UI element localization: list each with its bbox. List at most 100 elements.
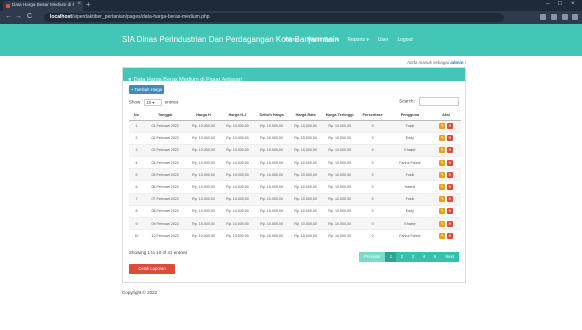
cell-harga-h1: Rp. 10.000,00 — [220, 204, 255, 218]
cell-harga-h: Rp. 10.000,00 — [186, 192, 221, 206]
cell-pengguna: Fozik — [388, 119, 432, 133]
cell-harga-h: Rp. 10.000,00 — [186, 168, 221, 181]
cell-tertinggi: Rp. 10.000,00 — [322, 119, 357, 133]
delete-icon[interactable]: ✕ — [446, 184, 453, 191]
nav-links: Home Master Data ▾ Reports ▾ User Logout — [285, 37, 413, 43]
col-harga-h1[interactable]: Harga H-1 — [220, 110, 255, 121]
cell-selisih: Rp. 10.000,00 — [254, 180, 289, 194]
cell-harga-h: Rp. 10.000,00 — [186, 204, 221, 218]
delete-icon[interactable]: ✕ — [446, 159, 453, 166]
table-row: 4 04 Februari 2022 Rp. 10.000,00 Rp. 10.000… — [129, 156, 461, 169]
delete-icon[interactable]: ✕ — [446, 233, 453, 240]
url-input[interactable]: localhost/siperdaktiber_pertanian/pages/… — [44, 13, 504, 22]
edit-icon[interactable]: ✎ — [439, 220, 446, 227]
table-row: 3 03 Februari 2022 Rp. 10.000,00 Rp. 10.000… — [129, 143, 461, 157]
close-window-icon[interactable]: × — [571, 0, 575, 7]
cell-selisih: Rp. 10.000,00 — [254, 131, 289, 145]
nav-reports[interactable]: Reports ▾ — [347, 37, 368, 43]
nav-home[interactable]: Home — [285, 37, 298, 43]
panel-title: Data Harga Beras Medium di Pasar Antasar… — [133, 77, 242, 83]
table-row: 5 05 Februari 2022 Rp. 10.000,00 Rp. 10.000… — [129, 168, 461, 181]
delete-icon[interactable]: ✕ — [446, 171, 453, 178]
browser-tab-strip: Data Harga Besar Medium di Pasar - Antas… — [0, 0, 582, 11]
tab-close-icon[interactable]: × — [77, 1, 81, 7]
col-persentase[interactable]: Persentase — [356, 110, 389, 121]
edit-icon[interactable]: ✎ — [439, 184, 446, 191]
pagination-page[interactable]: 5 — [429, 252, 441, 262]
back-icon[interactable]: ← — [5, 13, 12, 20]
entries-select[interactable]: 10 ▾ — [143, 99, 162, 106]
pagination-page[interactable]: 3 — [407, 252, 419, 262]
nav-user[interactable]: User — [378, 37, 389, 43]
cell-pengguna: Fozik — [388, 192, 432, 206]
cell-harga-h1: Rp. 10.000,00 — [220, 143, 255, 157]
cell-tertinggi: Rp. 10.000,00 — [322, 143, 357, 157]
maximize-icon[interactable]: □ — [558, 0, 562, 7]
delete-icon[interactable]: ✕ — [446, 147, 453, 154]
reload-icon[interactable]: C — [27, 13, 32, 20]
browser-tab[interactable]: Data Harga Besar Medium di Pasar - Antas… — [3, 1, 83, 11]
pagination-next[interactable]: Next — [440, 252, 459, 262]
cell-harga-h1: Rp. 10.000,00 — [220, 192, 255, 206]
table-row: 7 07 Februari 2022 Rp. 10.000,00 Rp. 10.000… — [129, 192, 461, 206]
page-footer: Copyright © 2022 — [122, 290, 158, 295]
cell-rata: Rp. 10.000,00 — [288, 216, 323, 230]
edit-icon[interactable]: ✎ — [439, 196, 446, 203]
delete-icon[interactable]: ✕ — [446, 220, 453, 227]
cell-pengguna: Fahrul Fahmi — [388, 156, 432, 169]
cell-harga-h1: Rp. 10.000,00 — [220, 156, 255, 169]
add-price-button[interactable]: + Tambah Harga — [129, 85, 164, 94]
tab-title: Data Harga Besar Medium di Pasar - Antas… — [12, 2, 74, 7]
edit-icon[interactable]: ✎ — [439, 159, 446, 166]
cell-no: 8 — [129, 204, 144, 218]
search-input[interactable] — [419, 97, 459, 106]
delete-icon[interactable]: ✕ — [446, 196, 453, 203]
edit-icon[interactable]: ✎ — [439, 171, 446, 178]
table-row: 6 06 Februari 2022 Rp. 10.000,00 Rp. 10.000… — [129, 180, 461, 194]
col-no[interactable]: No — [129, 110, 144, 121]
cell-tanggal: 04 Februari 2022 — [143, 156, 187, 169]
forward-icon[interactable]: → — [15, 13, 22, 20]
cell-persentase: 0 — [356, 156, 389, 169]
col-pengguna[interactable]: Pengguna — [388, 110, 432, 121]
col-tertinggi[interactable]: Harga Tertinggi — [322, 110, 357, 121]
table-row: 2 02 Februari 2022 Rp. 10.000,00 Rp. 10.000… — [129, 131, 461, 145]
delete-icon[interactable]: ✕ — [446, 135, 453, 142]
bookmark-icon[interactable] — [562, 14, 568, 20]
print-report-button[interactable]: Cetak Laporan — [129, 264, 175, 274]
menu-icon[interactable] — [572, 14, 578, 20]
col-tanggal[interactable]: Tanggal — [143, 110, 187, 121]
nav-master-data[interactable]: Master Data ▾ — [307, 37, 338, 43]
edit-icon[interactable]: ✎ — [439, 147, 446, 154]
pagination-page[interactable]: 1 — [385, 252, 397, 262]
cell-aksi: ✎ ✕ — [431, 168, 461, 181]
col-harga-h[interactable]: Harga H — [186, 110, 221, 121]
delete-icon[interactable]: ✕ — [446, 208, 453, 215]
profile-icon[interactable] — [551, 14, 557, 20]
cell-no: 10 — [129, 229, 144, 242]
cell-tertinggi: Rp. 10.000,00 — [322, 180, 357, 194]
cell-harga-h: Rp. 10.000,00 — [186, 119, 221, 133]
col-rata[interactable]: Harga Rata — [288, 110, 323, 121]
extension-icon[interactable] — [540, 14, 546, 20]
minimize-icon[interactable]: – — [546, 0, 550, 7]
cell-harga-h1: Rp. 10.000,00 — [220, 229, 255, 242]
nav-logout[interactable]: Logout — [397, 37, 412, 43]
new-tab-icon[interactable]: + — [86, 0, 91, 9]
cell-harga-h: Rp. 10.000,00 — [186, 156, 221, 169]
edit-icon[interactable]: ✎ — [439, 208, 446, 215]
pagination-page[interactable]: 4 — [418, 252, 430, 262]
edit-icon[interactable]: ✎ — [439, 233, 446, 240]
edit-icon[interactable]: ✎ — [439, 135, 446, 142]
cell-tertinggi: Rp. 10.000,00 — [322, 168, 357, 181]
pagination-page[interactable]: 2 — [396, 252, 408, 262]
cell-no: 7 — [129, 192, 144, 206]
cell-aksi: ✎ ✕ — [431, 180, 461, 194]
cell-aksi: ✎ ✕ — [431, 156, 461, 169]
pagination-previous[interactable]: Previous — [359, 252, 386, 262]
col-selisih[interactable]: Selisih Harga — [254, 110, 289, 121]
cell-harga-h: Rp. 10.000,00 — [186, 143, 221, 157]
delete-icon[interactable]: ✕ — [446, 123, 453, 130]
edit-icon[interactable]: ✎ — [439, 123, 446, 130]
pagination: Previous 1 2 3 4 5 Next — [359, 252, 459, 262]
